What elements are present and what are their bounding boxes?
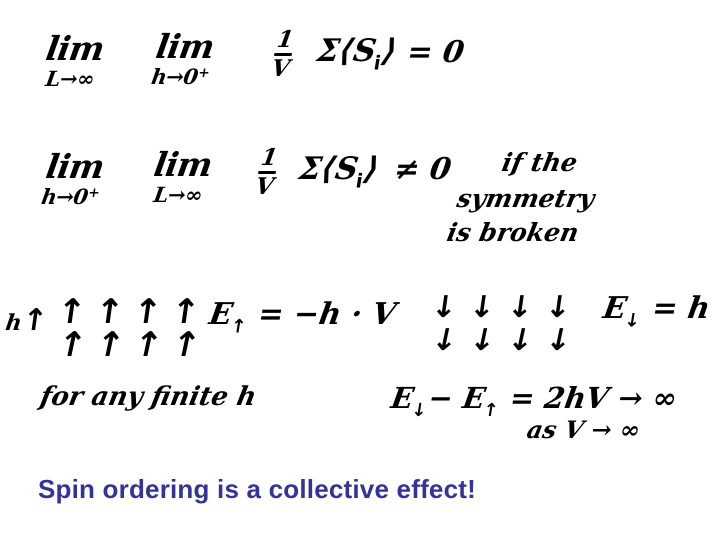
volume-limit-note: as V → ∞ — [524, 415, 644, 444]
spin-down-arrow-icon: ↓ — [428, 323, 462, 358]
line1-sum-expression: Σ⟨Si⟩ — [314, 33, 400, 75]
line2-limit-2-subscript: L→∞ — [151, 182, 205, 207]
line2-fraction-numerator: 1 — [259, 144, 280, 171]
line1-sum-symbol: Σ⟨S — [314, 33, 379, 69]
line1-limit-1-operator: lim — [43, 29, 107, 68]
line2-limit-1-subscript-text: h→0 — [39, 184, 90, 209]
spin-grid-aligned-down: ↓ ↓ ↓ ↓ ↓ ↓ ↓ ↓ — [428, 290, 576, 362]
energy-difference-minus-e-up: − E — [425, 381, 488, 415]
line2-sum-symbol: Σ⟨S — [296, 151, 361, 187]
spin-up-arrow-icon: ↑ — [167, 325, 205, 365]
symmetry-condition-line-2: symmetry — [454, 184, 597, 213]
line1-limit-1-subscript: L→∞ — [43, 66, 97, 91]
line2-limit-2: lim L→∞ — [148, 145, 215, 207]
line1-limit-1: lim L→∞ — [40, 29, 107, 91]
line2-limit-1-subscript: h→0+ — [39, 184, 101, 209]
line1-limit-2-subscript: h→0+ — [149, 64, 211, 89]
line2-fraction-denominator: V — [253, 173, 276, 200]
spin-up-arrow-icon: ↑ — [129, 325, 167, 365]
spin-up-arrow-icon: ↑ — [53, 325, 91, 365]
line2-limit-2-operator: lim — [151, 145, 215, 184]
symmetry-condition-line-3: is broken — [444, 218, 582, 247]
energy-up-subscript-arrow-icon: ↑ — [228, 316, 248, 338]
slide-canvas: lim L→∞ lim h→0+ 1 V Σ⟨Si⟩ = 0 lim h→0+ … — [0, 0, 720, 540]
line1-limit-2-operator: lim — [153, 27, 217, 66]
line2-limit-1: lim h→0+ — [39, 147, 107, 209]
line1-relation: = 0 — [404, 35, 467, 70]
spin-grid-aligned-up: ↑ ↑ ↑ ↑ ↑ ↑ ↑ ↑ — [53, 292, 204, 366]
spin-up-arrow-icon: ↑ — [91, 325, 129, 365]
energy-down-subscript-arrow-icon: ↓ — [622, 310, 642, 332]
field-direction-arrow-icon: ↑ — [19, 303, 50, 338]
spin-down-arrow-icon: ↓ — [504, 323, 538, 358]
spin-down-arrow-icon: ↓ — [467, 290, 498, 325]
energy-down-equation: E↓ = h V — [600, 291, 720, 332]
spin-down-arrow-icon: ↓ — [542, 323, 576, 358]
energy-difference-result: = 2hV → ∞ — [507, 381, 680, 415]
line1-limit-2-subscript-text: h→0 — [149, 64, 200, 89]
spin-down-arrow-icon: ↓ — [466, 323, 500, 358]
spin-down-arrow-icon: ↓ — [505, 290, 536, 325]
line1-fraction-one-over-v: 1 V — [269, 26, 296, 82]
external-field-label: h↑ — [4, 303, 50, 338]
spin-down-arrow-icon: ↓ — [429, 290, 460, 325]
energy-difference-up-arrow-icon: ↑ — [481, 400, 500, 422]
energy-up-value: = −h · V — [255, 297, 399, 332]
energy-down-value: = h V — [649, 291, 720, 326]
line2-limit-1-subscript-plus: + — [86, 185, 101, 202]
line2-limit-1-operator: lim — [43, 147, 107, 186]
line1-fraction-denominator: V — [269, 55, 292, 82]
energy-up-equation: E↑ = −h · V — [206, 297, 399, 338]
finite-field-note: for any finite h — [37, 382, 259, 412]
line2-relation: ≠ 0 — [391, 152, 454, 187]
line2-sum-expression: Σ⟨Si⟩ — [296, 151, 382, 193]
line1-limit-2-subscript-plus: + — [196, 65, 211, 82]
line1-fraction-numerator: 1 — [275, 26, 296, 53]
spin-down-arrow-icon: ↓ — [543, 290, 574, 325]
line1-limit-2: lim h→0+ — [149, 27, 217, 89]
line1-bracket-close: ⟩ — [379, 33, 400, 69]
line2-fraction-one-over-v: 1 V — [253, 144, 280, 200]
symmetry-condition-line-1: if the — [499, 148, 580, 177]
line2-bracket-close: ⟩ — [361, 151, 382, 187]
slide-caption: Spin ordering is a collective effect! — [38, 474, 476, 504]
